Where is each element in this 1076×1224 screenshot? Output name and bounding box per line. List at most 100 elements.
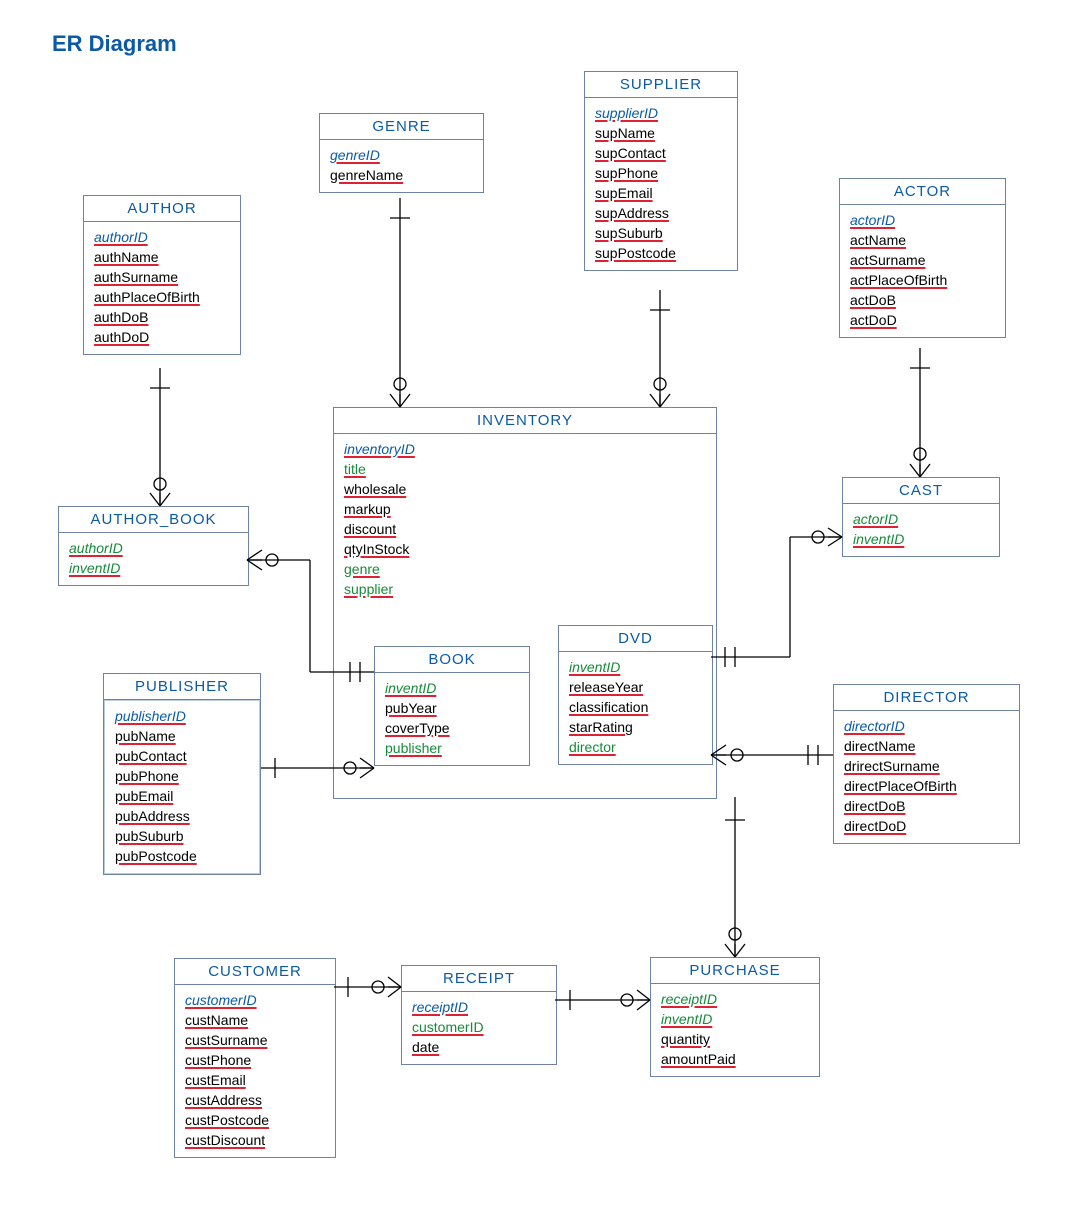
attr: customerID [185,991,325,1009]
attr: authorID [69,539,238,557]
attr: discount [344,520,706,538]
entity-publisher-title: PUBLISHER [104,674,260,700]
entity-inventory-attrs: inventoryID title wholesale markup disco… [334,434,716,606]
attr: pubContact [115,747,249,765]
attr: director [569,738,702,756]
entity-dvd-title: DVD [559,626,712,652]
entity-purchase: PURCHASE receiptID inventID quantity amo… [650,957,820,1077]
attr: releaseYear [569,678,702,696]
attr: authDoB [94,308,230,326]
attr: inventID [661,1010,809,1028]
attr: custSurname [185,1031,325,1049]
attr: supAddress [595,204,727,222]
attr: supplierID [595,104,727,122]
attr: inventoryID [344,440,706,458]
entity-director-title: DIRECTOR [834,685,1019,711]
entity-author-attrs: authorID authName authSurname authPlaceO… [84,222,240,354]
entity-cast: CAST actorID inventID [842,477,1000,557]
entity-customer-attrs: customerID custName custSurname custPhon… [175,985,335,1157]
attr: amountPaid [661,1050,809,1068]
attr: drirectSurname [844,757,1009,775]
page-title: ER Diagram [52,31,177,57]
entity-receipt-attrs: receiptID customerID date [402,992,556,1064]
attr: pubPhone [115,767,249,785]
attr: custAddress [185,1091,325,1109]
attr: directPlaceOfBirth [844,777,1009,795]
entity-supplier-attrs: supplierID supName supContact supPhone s… [585,98,737,270]
attr: inventID [69,559,238,577]
entity-book: BOOK inventID pubYear coverType publishe… [374,646,530,766]
entity-supplier-title: SUPPLIER [585,72,737,98]
attr: coverType [385,719,519,737]
attr: inventID [569,658,702,676]
entity-genre: GENRE genreID genreName [319,113,484,193]
attr: classification [569,698,702,716]
attr: markup [344,500,706,518]
attr: supEmail [595,184,727,202]
entity-purchase-attrs: receiptID inventID quantity amountPaid [651,984,819,1076]
entity-book-attrs: inventID pubYear coverType publisher [375,673,529,765]
attr: directDoB [844,797,1009,815]
attr: wholesale [344,480,706,498]
entity-director: DIRECTOR directorID directName drirectSu… [833,684,1020,844]
attr: pubYear [385,699,519,717]
entity-customer: CUSTOMER customerID custName custSurname… [174,958,336,1158]
attr: pubEmail [115,787,249,805]
entity-genre-attrs: genreID genreName [320,140,483,192]
attr: actorID [853,510,989,528]
entity-cast-title: CAST [843,478,999,504]
entity-purchase-title: PURCHASE [651,958,819,984]
entity-receipt: RECEIPT receiptID customerID date [401,965,557,1065]
attr: quantity [661,1030,809,1048]
entity-publisher-attrs: publisherID pubName pubContact pubPhone … [104,700,260,874]
attr: actorID [850,211,995,229]
attr: date [412,1038,546,1056]
attr: supContact [595,144,727,162]
entity-receipt-title: RECEIPT [402,966,556,992]
attr: publisher [385,739,519,757]
attr: inventID [385,679,519,697]
attr: supSuburb [595,224,727,242]
attr: pubName [115,727,249,745]
entity-dvd: DVD inventID releaseYear classification … [558,625,713,765]
attr: supPhone [595,164,727,182]
attr: receiptID [412,998,546,1016]
attr: authorID [94,228,230,246]
entity-actor-attrs: actorID actName actSurname actPlaceOfBir… [840,205,1005,337]
entity-publisher: PUBLISHER publisherID pubName pubContact… [103,673,261,875]
entity-director-attrs: directorID directName drirectSurname dir… [834,711,1019,843]
attr: directName [844,737,1009,755]
entity-author-book-title: AUTHOR_BOOK [59,507,248,533]
attr: pubPostcode [115,847,249,865]
attr: receiptID [661,990,809,1008]
attr: authPlaceOfBirth [94,288,230,306]
attr: actDoD [850,311,995,329]
entity-actor: ACTOR actorID actName actSurname actPlac… [839,178,1006,338]
attr: directorID [844,717,1009,735]
attr: genreID [330,146,473,164]
attr: actPlaceOfBirth [850,271,995,289]
attr: supName [595,124,727,142]
entity-author-title: AUTHOR [84,196,240,222]
entity-author-book-attrs: authorID inventID [59,533,248,585]
attr: actDoB [850,291,995,309]
attr: genreName [330,166,473,184]
er-diagram-page: ER Diagram AUTHOR authorID authName auth… [0,0,1076,1224]
attr: inventID [853,530,989,548]
attr: qtyInStock [344,540,706,558]
attr: starRating [569,718,702,736]
attr: supplier [344,580,706,598]
attr: actSurname [850,251,995,269]
attr: supPostcode [595,244,727,262]
entity-supplier: SUPPLIER supplierID supName supContact s… [584,71,738,271]
attr: title [344,460,706,478]
attr: publisherID [115,707,249,725]
attr: pubAddress [115,807,249,825]
attr: custDiscount [185,1131,325,1149]
attr: pubSuburb [115,827,249,845]
entity-customer-title: CUSTOMER [175,959,335,985]
attr: authName [94,248,230,266]
entity-dvd-attrs: inventID releaseYear classification star… [559,652,712,764]
attr: custPhone [185,1051,325,1069]
attr: genre [344,560,706,578]
